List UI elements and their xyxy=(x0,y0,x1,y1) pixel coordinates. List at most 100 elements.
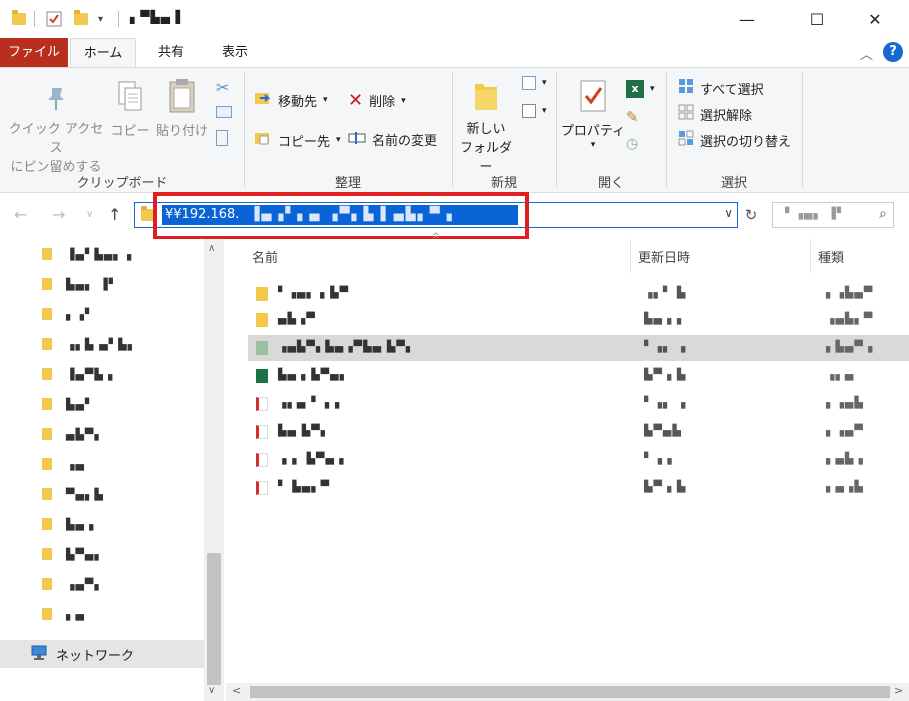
customize-qa-dropdown-icon[interactable]: ▾ xyxy=(98,10,103,28)
new-item-button[interactable]: ▾ xyxy=(522,76,547,90)
delete-button[interactable]: ✕ 削除 ▾ xyxy=(348,90,406,111)
scissors-icon: ✂ xyxy=(216,78,230,97)
file-type: ▖▗▄▀ xyxy=(826,424,864,437)
table-row[interactable]: ▙▄ ▙▀▖ ▙▀▄▙ ▖▗▄▀ xyxy=(248,419,909,445)
select-all-label: すべて選択 xyxy=(700,82,764,98)
recent-locations-chevron-icon[interactable]: ∨ xyxy=(86,209,93,220)
table-row[interactable]: ▄▙▗▀ ▙▄▗ ▖ ▗▄▙▖▀ xyxy=(248,307,909,333)
file-date: ▙▀▗ ▙ xyxy=(644,480,687,493)
table-row[interactable]: ▘ ▙▄▖▀ ▙▀▗ ▙ ▖▄▗▙ xyxy=(248,475,909,501)
easy-access-icon xyxy=(522,104,536,118)
history-button[interactable]: ◷ xyxy=(626,136,638,152)
tab-share[interactable]: 共有 xyxy=(146,38,196,68)
scroll-right-icon[interactable]: > xyxy=(894,684,903,697)
select-none-button[interactable]: 選択解除 xyxy=(678,104,752,124)
nav-folder-item[interactable]: ▐▄▘▙▄▖▗ xyxy=(42,243,132,265)
column-separator[interactable] xyxy=(810,239,811,273)
tab-view[interactable]: 表示 xyxy=(210,38,260,68)
file-name: ▗ ▖ ▙▀▄▗ xyxy=(278,452,345,465)
nav-folder-item[interactable]: ▗▖▙ ▄▘▙▖ xyxy=(42,333,137,355)
nav-pane-scrollbar[interactable]: ∧ ∨ xyxy=(204,239,224,701)
pdf-file-icon xyxy=(256,481,268,495)
ribbon-home: クイック アクセス にピン留めする コピー 貼り付け ✂ クリップボード 移動先… xyxy=(0,67,909,193)
tab-home[interactable]: ホーム xyxy=(70,38,136,68)
nav-folder-item[interactable]: ▙▀▄▖ xyxy=(42,543,104,565)
move-to-button[interactable]: 移動先 ▾ xyxy=(254,90,328,110)
refresh-icon[interactable]: ↻ xyxy=(738,202,764,228)
nav-folder-item[interactable]: ▗▄▀▖ xyxy=(42,573,104,595)
edit-button[interactable]: ✎ xyxy=(626,108,639,126)
file-date: ▘▗▖ ▗ xyxy=(644,340,687,353)
scroll-down-icon[interactable]: ∨ xyxy=(208,685,215,696)
chevron-down-icon: ▾ xyxy=(336,135,341,145)
invert-selection-label: 選択の切り替え xyxy=(700,134,792,150)
rename-button[interactable]: 名前の変更 xyxy=(348,130,437,149)
pdf-file-icon xyxy=(256,453,268,467)
select-all-button[interactable]: すべて選択 xyxy=(678,78,764,98)
table-row[interactable]: ▘▗▄▖▗ ▙▀ ▗▖▘ ▙ ▖▗▙▄▀ xyxy=(248,281,909,307)
address-dropdown-chevron-icon[interactable]: ∨ xyxy=(724,206,733,220)
nav-folder-item[interactable]: ▙▄▗ xyxy=(42,513,94,535)
scrollbar-thumb[interactable] xyxy=(250,686,890,698)
properties-qa-icon[interactable] xyxy=(46,10,62,28)
table-row[interactable]: ▗ ▖ ▙▀▄▗ ▘▗ ▖ ▖▄▙▗ xyxy=(248,447,909,473)
collapse-ribbon-icon[interactable]: ︿ xyxy=(860,44,873,63)
paste-button[interactable]: 貼り付け xyxy=(152,78,212,141)
column-header-name[interactable]: 名前 xyxy=(252,247,278,266)
move-to-label: 移動先 xyxy=(278,94,318,110)
nav-folder-item[interactable]: ▙▄▘ xyxy=(42,393,94,415)
nav-folder-item[interactable]: ▖▗▘ xyxy=(42,303,94,325)
nav-folder-item[interactable]: ▄▙▀▖ xyxy=(42,423,104,445)
new-folder-button[interactable]: 新しい フォルダー xyxy=(456,78,516,177)
forward-arrow-icon[interactable]: → xyxy=(52,205,65,224)
search-icon: ⌕ xyxy=(879,206,887,222)
properties-button[interactable]: プロパティ ▾ xyxy=(560,78,626,150)
table-row[interactable]: ▗▖▄ ▘▗ ▖ ▘▗▖ ▗ ▖▗▄▙ xyxy=(248,391,909,417)
copy-path-button[interactable] xyxy=(216,106,232,118)
nav-item-network[interactable]: ネットワーク xyxy=(0,640,204,668)
nav-folder-item[interactable]: ▀▄▖▙ xyxy=(42,483,104,505)
nav-folder-item[interactable]: ▖▄ xyxy=(42,603,85,625)
nav-folder-item[interactable]: ▗▄ xyxy=(42,453,85,475)
scroll-left-icon[interactable]: < xyxy=(232,684,241,697)
nav-folder-item[interactable]: ▙▄▖ ▐▘ xyxy=(42,273,118,295)
nav-folder-item[interactable]: ▐▄▀▙▗ xyxy=(42,363,113,385)
column-header-date[interactable]: 更新日時 xyxy=(638,247,690,266)
file-name: ▘ ▙▄▖▀ xyxy=(278,480,331,493)
invert-selection-button[interactable]: 選択の切り替え xyxy=(678,130,791,150)
file-name: ▘▗▄▖▗ ▙▀ xyxy=(278,286,350,299)
help-icon[interactable]: ? xyxy=(883,42,903,62)
file-list-horizontal-scrollbar[interactable]: < > xyxy=(226,683,909,701)
new-group-label: 新規 xyxy=(490,176,517,191)
copy-path-icon xyxy=(216,106,232,118)
open-with-excel-button[interactable]: x ▾ xyxy=(626,80,655,98)
select-all-icon xyxy=(678,78,694,98)
back-arrow-icon[interactable]: ← xyxy=(14,205,27,224)
cut-button[interactable]: ✂ xyxy=(216,78,229,97)
copy-to-button[interactable]: コピー先 ▾ xyxy=(254,130,341,150)
scrollbar-thumb[interactable] xyxy=(207,553,221,685)
easy-access-button[interactable]: ▾ xyxy=(522,104,547,118)
column-separator[interactable] xyxy=(630,239,631,273)
copy-button[interactable]: コピー xyxy=(108,80,152,141)
paste-shortcut-button[interactable] xyxy=(216,130,228,146)
scroll-up-icon[interactable]: ∧ xyxy=(208,243,215,254)
properties-label: プロパティ xyxy=(560,124,626,139)
pin-quick-access-button[interactable]: クイック アクセス にピン留めする xyxy=(6,84,106,177)
new-folder-qa-icon[interactable] xyxy=(74,10,88,28)
search-box[interactable]: ▘▗▄▖ ▐▘ ⌕ xyxy=(772,202,894,228)
column-header-type[interactable]: 種類 xyxy=(818,247,844,266)
table-row[interactable]: ▙▄▗ ▙▀▄▖ ▙▀▗ ▙ ▗▖▄ xyxy=(248,363,909,389)
maximize-button[interactable]: ☐ xyxy=(794,0,840,38)
folder-icon xyxy=(42,578,52,590)
file-name: ▗▖▄ ▘▗ ▖ xyxy=(278,396,345,409)
minimize-button[interactable]: — xyxy=(724,0,770,38)
group-separator xyxy=(452,72,453,188)
group-separator xyxy=(802,72,803,188)
tab-file[interactable]: ファイル xyxy=(0,38,68,68)
table-row-selected[interactable]: ▗▄▙▀▖▙▄▗▀▙▄ ▙▀▖ ▘▗▖ ▗ ▖▙▄▀▗ xyxy=(248,335,909,361)
file-list: 名前 更新日時 種類 ^ ▘▗▄▖▗ ▙▀ ▗▖▘ ▙ ▖▗▙▄▀ ▄▙▗▀ ▙… xyxy=(226,235,909,701)
nav-folder-label: ▗▄▀▖ xyxy=(66,577,104,591)
up-arrow-icon[interactable]: ↑ xyxy=(108,205,121,224)
close-button[interactable]: ✕ xyxy=(852,0,898,38)
